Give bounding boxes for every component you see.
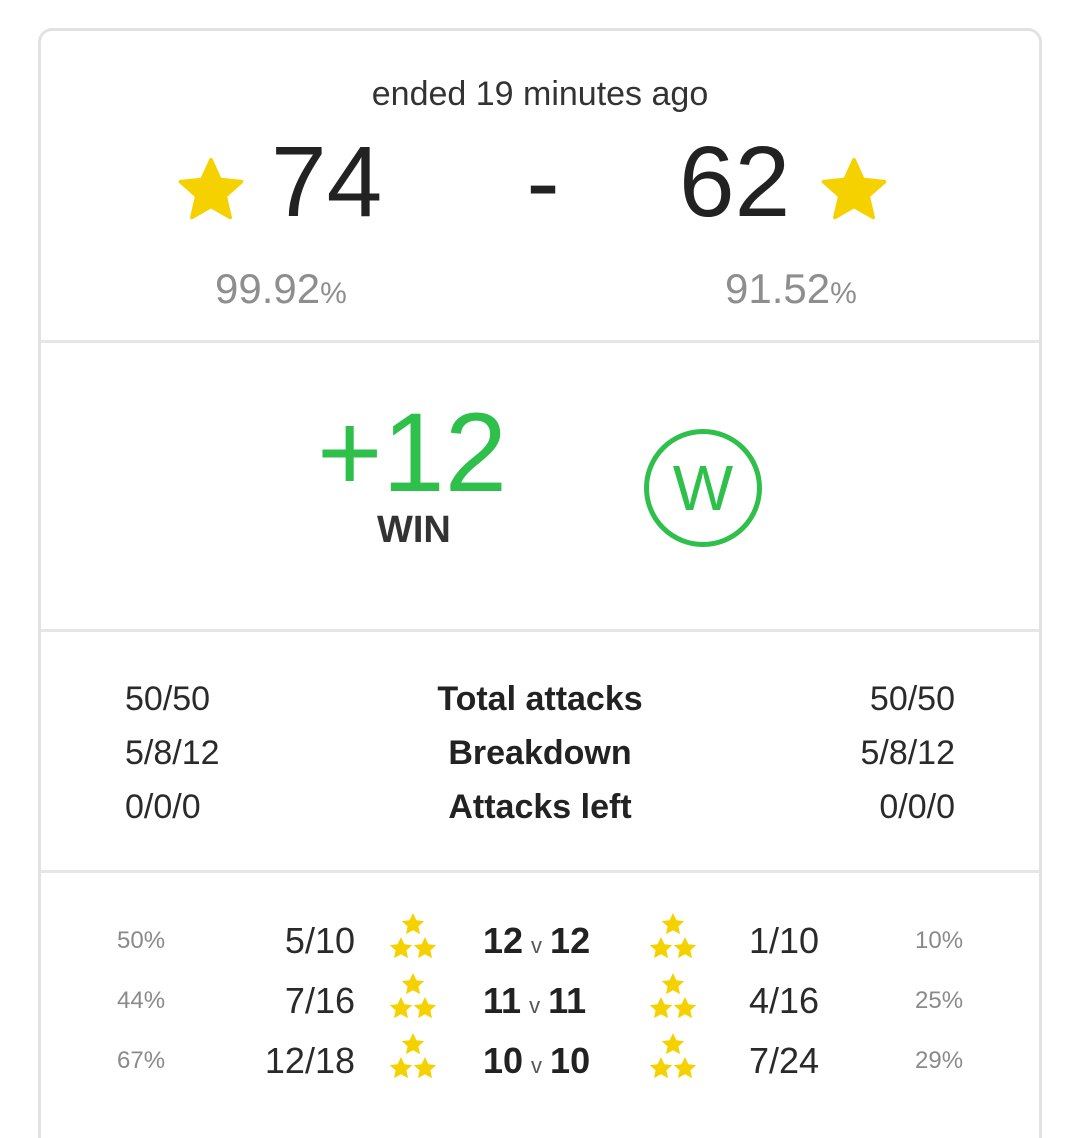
stat-row-breakdown: 5/8/12 Breakdown 5/8/12 bbox=[41, 726, 1039, 780]
result-label: WIN bbox=[377, 509, 451, 551]
townhall-row: 44% 7/16 11 v 11 4/16 25% bbox=[41, 971, 1039, 1031]
percent-symbol: % bbox=[830, 277, 857, 310]
three-stars-icon bbox=[649, 1033, 697, 1079]
result-section: +12 WIN W bbox=[41, 343, 1039, 632]
three-stars-icon bbox=[649, 973, 697, 1019]
three-stars-icon bbox=[389, 913, 437, 959]
right-fraction: 4/16 bbox=[749, 980, 820, 1021]
star-icon bbox=[821, 157, 887, 220]
left-destruction-value: 99.92 bbox=[215, 265, 321, 312]
left-destruction: 99.92% bbox=[215, 265, 347, 313]
star-icon bbox=[178, 157, 244, 220]
stat-right-value: 50/50 bbox=[869, 680, 955, 718]
percent-symbol: % bbox=[320, 277, 347, 310]
right-star-score: 62 bbox=[679, 126, 791, 238]
townhall-matchup: 10 v 10 bbox=[483, 1040, 591, 1081]
stat-right-value: 5/8/12 bbox=[860, 734, 955, 772]
attack-stats-section: 50/50 Total attacks 50/50 5/8/12 Breakdo… bbox=[41, 632, 1039, 873]
right-destruction-value: 91.52 bbox=[725, 265, 831, 312]
right-rate: 10% bbox=[915, 927, 964, 954]
war-ended-time: ended 19 minutes ago bbox=[371, 75, 709, 113]
star-difference: +12 bbox=[317, 390, 507, 515]
war-summary-card: ended 19 minutes ago 74 - 62 99.92% 91.5… bbox=[38, 28, 1042, 1138]
left-rate: 44% bbox=[117, 987, 166, 1014]
left-fraction: 5/10 bbox=[284, 920, 355, 961]
stat-row-total-attacks: 50/50 Total attacks 50/50 bbox=[41, 672, 1039, 726]
three-stars-icon bbox=[389, 1033, 437, 1079]
right-fraction: 1/10 bbox=[749, 920, 820, 961]
left-fraction: 7/16 bbox=[284, 980, 355, 1021]
right-rate: 25% bbox=[915, 987, 964, 1014]
right-destruction: 91.52% bbox=[725, 265, 857, 313]
townhall-matchup: 12 v 12 bbox=[483, 920, 591, 961]
right-fraction: 7/24 bbox=[749, 1040, 820, 1081]
stat-row-attacks-left: 0/0/0 Attacks left 0/0/0 bbox=[41, 780, 1039, 834]
win-badge-icon: W bbox=[644, 429, 762, 547]
left-rate: 67% bbox=[117, 1047, 166, 1074]
stat-right-value: 0/0/0 bbox=[879, 788, 955, 826]
townhall-breakdown-section: 50% 5/10 12 v 12 1/10 10% 44% 7/16 11 v … bbox=[41, 873, 1039, 1138]
three-stars-icon bbox=[389, 973, 437, 1019]
right-rate: 29% bbox=[915, 1047, 964, 1074]
townhall-row: 67% 12/18 10 v 10 7/24 29% bbox=[41, 1031, 1039, 1091]
win-badge-letter: W bbox=[672, 452, 734, 524]
left-star-score: 74 bbox=[271, 126, 383, 238]
score-section: ended 19 minutes ago 74 - 62 99.92% 91.5… bbox=[41, 31, 1039, 343]
left-fraction: 12/18 bbox=[264, 1040, 355, 1081]
townhall-matchup: 11 v 11 bbox=[483, 980, 587, 1021]
townhall-row: 50% 5/10 12 v 12 1/10 10% bbox=[41, 911, 1039, 971]
three-stars-icon bbox=[649, 913, 697, 959]
left-rate: 50% bbox=[117, 927, 166, 954]
score-separator: - bbox=[526, 126, 560, 238]
